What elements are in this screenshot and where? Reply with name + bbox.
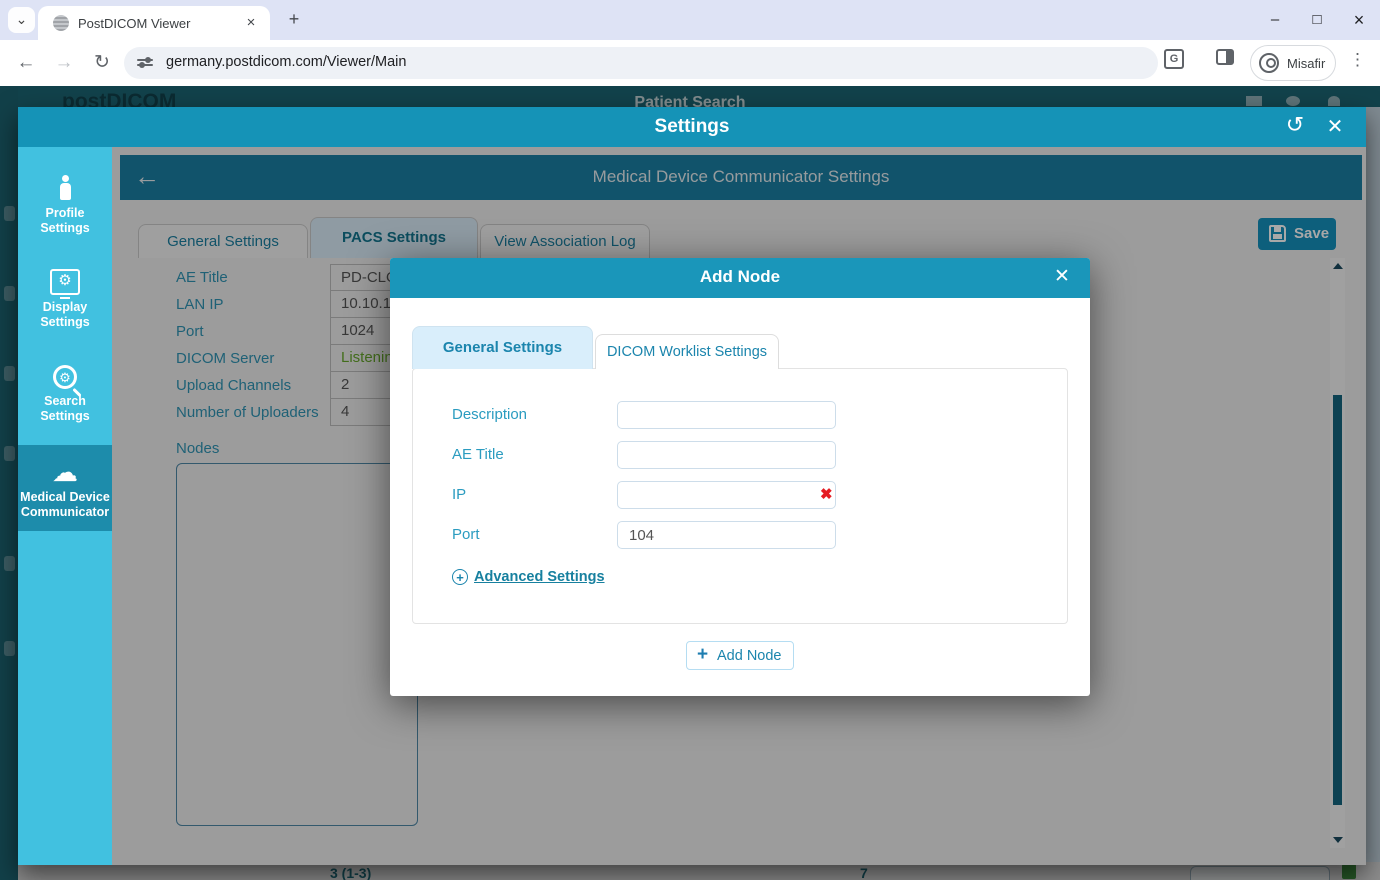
sidebar-item-search-settings[interactable]: ⚙ Search Settings (18, 365, 112, 424)
dialog-tab-dicom-worklist-settings[interactable]: DICOM Worklist Settings (595, 334, 779, 369)
new-tab-button[interactable]: + (282, 8, 306, 32)
profile-name: Misafir (1287, 56, 1326, 71)
app-page: postDICOM Patient Search 3 (1-3) 7 Setti… (0, 86, 1380, 880)
window-close-button[interactable]: × (1338, 0, 1380, 40)
window-maximize-button[interactable]: □ (1296, 0, 1338, 40)
add-node-button[interactable]: + Add Node (686, 641, 794, 670)
address-bar[interactable]: germany.postdicom.com/Viewer/Main (124, 47, 1158, 79)
site-settings-icon[interactable] (137, 56, 153, 70)
add-node-header: Add Node ✕ (390, 258, 1090, 298)
dialog-close-icon[interactable]: ✕ (1048, 265, 1076, 288)
tab-close-icon[interactable]: × (242, 14, 260, 32)
settings-close-icon[interactable]: ✕ (1320, 114, 1350, 139)
settings-title: Settings (654, 116, 730, 137)
tab-title: PostDICOM Viewer (78, 16, 191, 31)
back-icon[interactable]: ← (12, 49, 40, 77)
settings-sidebar: Profile Settings ⚙ Display Settings ⚙ Se… (18, 147, 112, 865)
sidebar-item-display-settings[interactable]: ⚙ Display Settings (18, 269, 112, 330)
dialog-tab-general-settings[interactable]: General Settings (412, 326, 593, 369)
cloud-icon: ☁ (52, 457, 78, 487)
add-node-dialog: Add Node ✕ General Settings DICOM Workli… (390, 258, 1090, 696)
add-node-title: Add Node (699, 267, 781, 286)
window-minimize-button[interactable]: – (1254, 0, 1296, 40)
sidebar-item-profile-settings[interactable]: Profile Settings (18, 175, 112, 236)
url-text[interactable]: germany.postdicom.com/Viewer/Main (166, 54, 406, 70)
refresh-icon[interactable]: ↺ (1280, 112, 1310, 138)
tab-search-icon[interactable]: ⌄ (8, 7, 35, 33)
reload-icon[interactable]: ↻ (88, 49, 116, 77)
favicon-icon (53, 15, 69, 31)
browser-tab[interactable]: PostDICOM Viewer × (38, 6, 270, 40)
browser-toolbar: ← → ↻ germany.postdicom.com/Viewer/Main … (0, 40, 1380, 86)
person-icon (58, 175, 72, 201)
sidebar-item-medical-device-communicator[interactable]: ☁ Medical Device Communicator (18, 445, 112, 531)
plus-icon: + (697, 644, 709, 665)
side-panel-icon[interactable] (1216, 49, 1234, 65)
screen: ⌄ PostDICOM Viewer × + – □ × ← → ↻ germa… (0, 0, 1380, 880)
dialog-form-box (412, 368, 1068, 624)
search-settings-icon: ⚙ (53, 365, 77, 389)
avatar-icon (1259, 53, 1279, 73)
browser-menu-icon[interactable]: ⋮ (1349, 50, 1366, 70)
profile-chip[interactable]: Misafir (1250, 45, 1336, 81)
browser-tab-strip: ⌄ PostDICOM Viewer × + – □ × (0, 0, 1380, 40)
translate-icon[interactable]: G (1164, 49, 1184, 69)
forward-icon: → (54, 52, 74, 73)
display-settings-icon: ⚙ (50, 269, 80, 299)
settings-modal-header: Settings ↺ ✕ (18, 107, 1366, 147)
